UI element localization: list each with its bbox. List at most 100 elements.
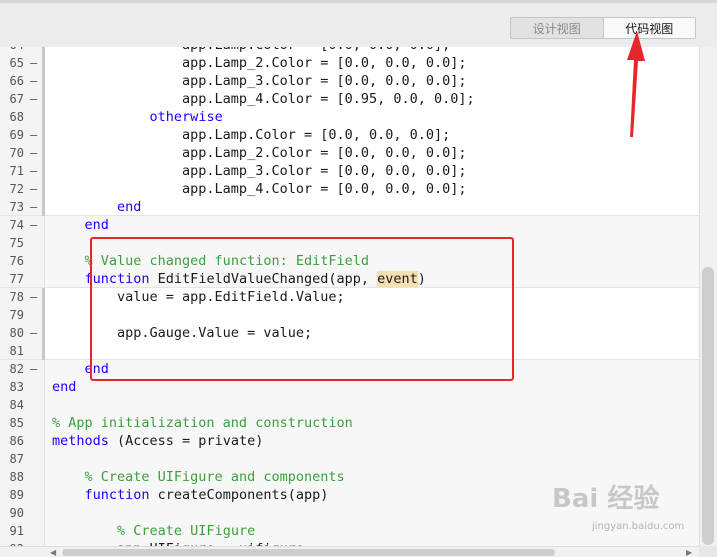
breakpoint-dash-icon[interactable]: – [30, 216, 37, 234]
vertical-scrollbar-thumb[interactable] [702, 267, 714, 545]
code-line[interactable]: 73– end [0, 198, 699, 216]
scroll-left-arrow-icon[interactable]: ◀ [50, 548, 56, 557]
line-number: 64 [0, 47, 24, 54]
code-line[interactable]: 66– app.Lamp_3.Color = [0.0, 0.0, 0.0]; [0, 72, 699, 90]
line-number: 70 [9, 146, 24, 160]
code-token: otherwise [149, 109, 223, 125]
breakpoint-dash-icon[interactable]: – [30, 72, 37, 90]
line-number: 85 [9, 416, 24, 430]
code-token: methods [52, 433, 109, 449]
code-line[interactable]: 64– app.Lamp.Color = [0.0, 0.0, 0.0]; [0, 47, 699, 54]
vertical-scrollbar[interactable] [699, 47, 717, 546]
line-number: 69 [9, 128, 24, 142]
breakpoint-dash-icon[interactable]: – [30, 198, 37, 216]
code-token: function [84, 487, 150, 503]
scrollbar-corner [699, 546, 717, 557]
code-text: methods (Access = private) [52, 432, 263, 450]
code-token: (Access = private) [108, 433, 264, 449]
line-number: 67 [9, 92, 24, 106]
line-number: 89 [9, 488, 24, 502]
code-text: end [52, 198, 141, 216]
line-number: 80 [9, 326, 24, 340]
view-toolbar: 设计视图 代码视图 [0, 0, 717, 48]
code-text: end [52, 216, 109, 234]
code-line[interactable]: 68 otherwise [0, 108, 699, 126]
code-line[interactable]: 74– end [0, 216, 699, 234]
code-text: app.Lamp_3.Color = [0.0, 0.0, 0.0]; [52, 163, 467, 179]
code-text: % Create UIFigure and components [52, 468, 345, 486]
line-number: 72 [9, 182, 24, 196]
toolbar-top-edge [0, 0, 717, 3]
line-number: 82 [9, 362, 24, 376]
code-line[interactable]: 85 % App initialization and construction [0, 414, 699, 432]
line-number: 65 [9, 56, 24, 70]
code-line[interactable]: 84 [0, 396, 699, 414]
code-text: % App initialization and construction [52, 414, 353, 432]
design-view-tab[interactable]: 设计视图 [511, 18, 603, 38]
breakpoint-dash-icon[interactable]: – [30, 162, 37, 180]
line-number: 90 [9, 506, 24, 520]
breakpoint-dash-icon[interactable]: – [30, 288, 37, 306]
code-text: app.Lamp_3.Color = [0.0, 0.0, 0.0]; [52, 73, 467, 89]
code-view-tab[interactable]: 代码视图 [602, 18, 695, 38]
code-line[interactable]: 67– app.Lamp_4.Color = [0.95, 0.0, 0.0]; [0, 90, 699, 108]
breakpoint-dash-icon[interactable]: – [30, 126, 37, 144]
code-token: % Create UIFigure and components [84, 469, 345, 485]
code-line[interactable]: 71– app.Lamp_3.Color = [0.0, 0.0, 0.0]; [0, 162, 699, 180]
code-line[interactable]: 65– app.Lamp_2.Color = [0.0, 0.0, 0.0]; [0, 54, 699, 72]
breakpoint-dash-icon[interactable]: – [30, 90, 37, 108]
code-line[interactable]: 86 methods (Access = private) [0, 432, 699, 450]
code-text: app.Lamp_2.Color = [0.0, 0.0, 0.0]; [52, 145, 467, 161]
line-number: 88 [9, 470, 24, 484]
scroll-right-arrow-icon[interactable]: ▶ [686, 548, 692, 557]
breakpoint-dash-icon[interactable]: – [30, 144, 37, 162]
code-token: % App initialization and construction [52, 415, 353, 431]
code-token: end [52, 379, 77, 395]
line-number: 91 [9, 524, 24, 538]
line-number: 68 [9, 110, 24, 124]
code-text: function createComponents(app) [52, 486, 329, 504]
line-number: 78 [9, 290, 24, 304]
watermark-logo: Bai 经验 [552, 484, 660, 514]
horizontal-scrollbar[interactable]: ◀ ▶ [0, 546, 699, 557]
annotation-red-box [90, 237, 514, 381]
line-number: 84 [9, 398, 24, 412]
code-text: app.Lamp.Color = [0.0, 0.0, 0.0]; [52, 127, 451, 143]
code-text: app.Lamp_2.Color = [0.0, 0.0, 0.0]; [52, 55, 467, 71]
code-line[interactable]: 70– app.Lamp_2.Color = [0.0, 0.0, 0.0]; [0, 144, 699, 162]
watermark-url: jingyan.baidu.com [592, 521, 685, 532]
code-line[interactable]: 72– app.Lamp_4.Color = [0.0, 0.0, 0.0]; [0, 180, 699, 198]
line-number: 81 [9, 344, 24, 358]
line-number: 66 [9, 74, 24, 88]
line-number: 79 [9, 308, 24, 322]
line-number: 73 [9, 200, 24, 214]
breakpoint-dash-icon[interactable]: – [30, 324, 37, 342]
code-token: createComponents(app) [149, 487, 329, 503]
horizontal-scrollbar-thumb[interactable] [62, 549, 555, 556]
code-token: % Create UIFigure [117, 523, 256, 539]
breakpoint-dash-icon[interactable]: – [30, 360, 37, 378]
line-number: 83 [9, 380, 24, 394]
line-number: 77 [9, 272, 24, 286]
code-token: end [84, 217, 109, 233]
line-number: 74 [9, 218, 24, 232]
line-number: 75 [9, 236, 24, 250]
code-line[interactable]: 69– app.Lamp.Color = [0.0, 0.0, 0.0]; [0, 126, 699, 144]
code-text: otherwise [52, 108, 223, 126]
line-number: 86 [9, 434, 24, 448]
breakpoint-dash-icon[interactable]: – [30, 47, 37, 54]
code-text: app.Lamp.Color = [0.0, 0.0, 0.0]; [52, 47, 450, 54]
code-line[interactable]: 87 [0, 450, 699, 468]
breakpoint-dash-icon[interactable]: – [30, 180, 37, 198]
breakpoint-dash-icon[interactable]: – [30, 54, 37, 72]
line-number: 71 [9, 164, 24, 178]
line-number: 76 [9, 254, 24, 268]
